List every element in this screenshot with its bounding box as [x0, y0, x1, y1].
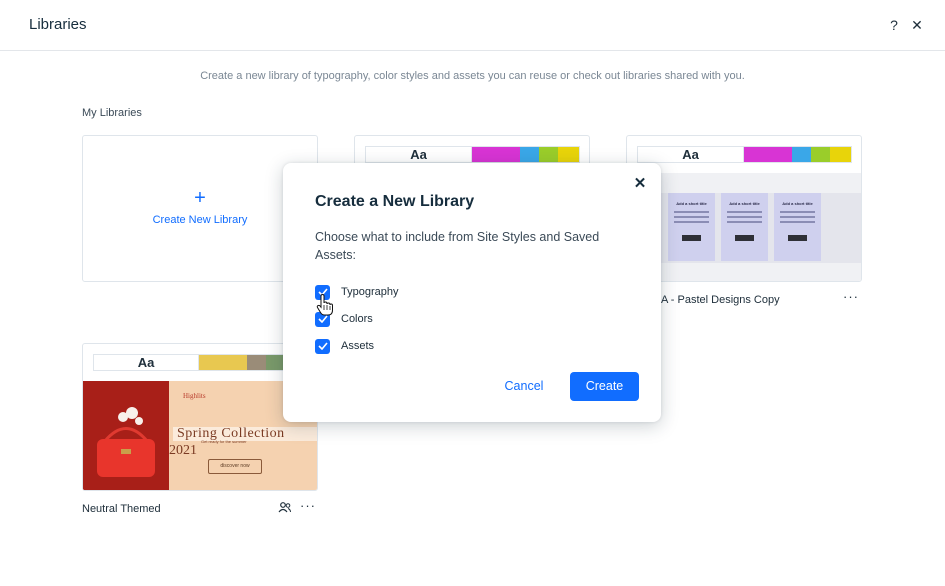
color-swatch — [472, 147, 520, 162]
typography-sample: Aa — [366, 147, 472, 162]
more-options-icon[interactable]: ··· — [843, 289, 859, 304]
plus-icon: + — [194, 187, 206, 209]
typography-sample: Aa — [638, 147, 744, 162]
color-swatch — [792, 147, 811, 162]
option-label: Typography — [341, 286, 399, 298]
page-subtitle: Create a new library of typography, colo… — [200, 70, 745, 82]
color-swatch-bar: Aa — [365, 146, 580, 163]
create-library-modal: ✕ Create a New Library Choose what to in… — [283, 163, 661, 422]
create-button[interactable]: Create — [570, 372, 639, 401]
color-swatch — [199, 355, 247, 370]
color-swatch-bar: Aa — [93, 354, 308, 371]
preview-tagline: Get ready for the summer — [201, 439, 247, 444]
handbag-icon — [83, 381, 169, 490]
library-name: Neutral Themed — [82, 503, 161, 515]
preview-text-line — [727, 211, 762, 213]
modal-close-icon[interactable]: ✕ — [633, 176, 647, 192]
library-card-pastel-designs[interactable]: Aa Add a short title Add a short title A… — [626, 135, 862, 282]
preview-text-line — [674, 221, 709, 223]
shared-users-icon[interactable] — [278, 502, 291, 513]
help-icon[interactable]: ? — [886, 16, 902, 34]
library-name: A - Pastel Designs Copy — [661, 294, 780, 306]
preview-button — [735, 235, 754, 241]
color-swatch — [520, 147, 539, 162]
preview-text-line — [780, 221, 815, 223]
preview-text-line — [674, 216, 709, 218]
preview-brand: Highlits — [183, 392, 206, 400]
section-label-my-libraries: My Libraries — [82, 107, 142, 119]
libraries-header: Libraries ? ✕ — [0, 0, 945, 51]
check-icon — [317, 315, 328, 323]
handbag-image — [83, 381, 169, 490]
cancel-button[interactable]: Cancel — [495, 372, 553, 400]
preview-text-line — [727, 221, 762, 223]
preview-card-title: Add a short title — [729, 201, 760, 206]
preview-button: discover now — [208, 459, 262, 474]
color-swatch — [744, 147, 792, 162]
preview-button — [682, 235, 701, 241]
preview-year: 2021 — [169, 443, 197, 458]
color-swatch — [539, 147, 558, 162]
preview-text-line — [780, 211, 815, 213]
preview-card-title: Add a short title — [782, 201, 813, 206]
modal-description: Choose what to include from Site Styles … — [315, 230, 600, 262]
preview-text-line — [780, 216, 815, 218]
preview-card: Add a short title — [668, 193, 715, 261]
more-options-icon[interactable]: ··· — [300, 498, 316, 513]
page-title: Libraries — [29, 16, 87, 33]
color-swatch — [558, 147, 579, 162]
modal-title: Create a New Library — [315, 193, 475, 210]
typography-sample: Aa — [94, 355, 200, 370]
preview-card-title: Add a short title — [676, 201, 707, 206]
preview-card: Add a short title — [721, 193, 768, 261]
preview-text-line — [674, 211, 709, 213]
option-assets[interactable]: Assets — [315, 338, 374, 354]
check-icon — [317, 342, 328, 350]
preview-button — [788, 235, 807, 241]
checkbox-assets[interactable] — [315, 338, 330, 354]
color-swatch — [811, 147, 830, 162]
preview-card: Add a short title — [774, 193, 821, 261]
preview-text-line — [727, 216, 762, 218]
option-label: Assets — [341, 340, 375, 352]
color-swatch — [830, 147, 851, 162]
color-swatch-bar: Aa — [637, 146, 852, 163]
option-label: Colors — [341, 313, 373, 325]
color-swatch — [246, 355, 267, 370]
close-icon[interactable]: ✕ — [909, 16, 925, 34]
hand-cursor-icon — [316, 294, 333, 316]
create-new-library-label: Create New Library — [152, 214, 248, 226]
